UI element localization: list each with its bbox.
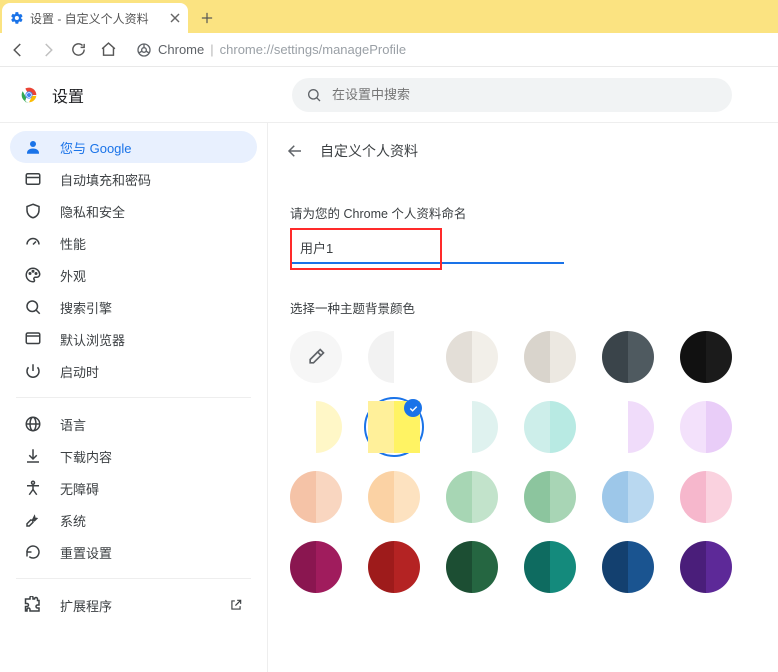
page-title: 设置 (52, 83, 84, 107)
sidebar-item-accessibility[interactable]: 无障碍 (10, 472, 257, 504)
sidebar-item-label: 默认浏览器 (60, 330, 125, 349)
gear-icon (10, 11, 24, 25)
new-tab-button[interactable] (194, 5, 220, 31)
eyedropper-icon (290, 331, 342, 383)
color-swatch[interactable] (680, 401, 732, 453)
color-swatch[interactable] (446, 471, 498, 523)
sidebar-item-shield[interactable]: 隐私和安全 (10, 195, 257, 227)
reset-icon (24, 543, 42, 561)
color-swatch[interactable] (602, 471, 654, 523)
content-title: 自定义个人资料 (320, 141, 418, 161)
color-swatch[interactable] (446, 541, 498, 593)
color-swatch[interactable] (368, 541, 420, 593)
settings-search[interactable] (292, 78, 732, 112)
close-icon[interactable] (170, 13, 180, 23)
sidebar-item-label: 隐私和安全 (60, 202, 125, 221)
sidebar-item-download[interactable]: 下载内容 (10, 440, 257, 472)
sidebar-item-globe[interactable]: 语言 (10, 408, 257, 440)
color-swatch[interactable] (290, 541, 342, 593)
color-swatch[interactable] (290, 471, 342, 523)
wrench-icon (24, 511, 42, 529)
external-link-icon (229, 598, 243, 612)
site-info-icon[interactable] (136, 42, 152, 58)
browser-icon (24, 330, 42, 348)
sidebar-item-label: 您与 Google (60, 138, 132, 157)
reload-button[interactable] (68, 40, 88, 60)
address-path: chrome://settings/manageProfile (220, 42, 406, 57)
color-swatch[interactable] (602, 331, 654, 383)
sidebar-item-person[interactable]: 您与 Google (10, 131, 257, 163)
sidebar-item-label: 无障碍 (60, 479, 99, 498)
puzzle-icon (24, 596, 42, 614)
settings-search-input[interactable] (332, 87, 718, 102)
theme-color-label: 选择一种主题背景颜色 (290, 298, 758, 317)
sidebar-item-label: 外观 (60, 266, 86, 285)
chrome-logo-icon (18, 84, 40, 106)
color-swatch[interactable] (524, 541, 576, 593)
accessibility-icon (24, 479, 42, 497)
highlight-box (290, 228, 442, 270)
color-swatch[interactable] (446, 401, 498, 453)
sidebar-item-extensions[interactable]: 扩展程序 (10, 589, 257, 621)
forward-button[interactable] (38, 40, 58, 60)
address-origin: Chrome (158, 42, 204, 57)
home-button[interactable] (98, 40, 118, 60)
tab-strip: 设置 - 自定义个人资料 (0, 0, 778, 33)
shield-icon (24, 202, 42, 220)
color-swatch[interactable] (680, 471, 732, 523)
sidebar-separator (16, 397, 251, 398)
sidebar-item-search[interactable]: 搜索引擎 (10, 291, 257, 323)
check-icon (404, 399, 422, 417)
color-swatch[interactable] (524, 401, 576, 453)
globe-icon (24, 415, 42, 433)
profile-name-label: 请为您的 Chrome 个人资料命名 (290, 203, 758, 222)
person-icon (24, 138, 42, 156)
sidebar-item-label: 下载内容 (60, 447, 112, 466)
color-palette (290, 331, 758, 613)
sidebar-item-label: 搜索引擎 (60, 298, 112, 317)
sidebar-item-browser[interactable]: 默认浏览器 (10, 323, 257, 355)
address-bar[interactable]: Chrome | chrome://settings/manageProfile (136, 37, 770, 63)
color-swatch[interactable] (680, 331, 732, 383)
sidebar-item-autofill[interactable]: 自动填充和密码 (10, 163, 257, 195)
color-swatch[interactable] (368, 471, 420, 523)
power-icon (24, 362, 42, 380)
download-icon (24, 447, 42, 465)
sidebar-item-label: 启动时 (60, 362, 99, 381)
sidebar-item-power[interactable]: 启动时 (10, 355, 257, 387)
back-button[interactable] (8, 40, 28, 60)
address-divider: | (210, 42, 213, 57)
color-swatch[interactable] (290, 401, 342, 453)
color-swatch[interactable] (446, 331, 498, 383)
color-swatch[interactable] (368, 401, 420, 453)
sidebar-item-wrench[interactable]: 系统 (10, 504, 257, 536)
toolbar: Chrome | chrome://settings/manageProfile (0, 33, 778, 67)
sidebar-item-speed[interactable]: 性能 (10, 227, 257, 259)
autofill-icon (24, 170, 42, 188)
color-swatch[interactable] (524, 331, 576, 383)
search-icon (24, 298, 42, 316)
color-swatch[interactable] (680, 541, 732, 593)
sidebar-item-label: 自动填充和密码 (60, 170, 151, 189)
speed-icon (24, 234, 42, 252)
color-swatch[interactable] (524, 471, 576, 523)
color-swatch[interactable] (602, 541, 654, 593)
sidebar-separator (16, 578, 251, 579)
sidebar-item-label: 系统 (60, 511, 86, 530)
color-picker-custom[interactable] (290, 331, 342, 383)
browser-tab[interactable]: 设置 - 自定义个人资料 (2, 3, 188, 33)
sidebar-item-label: 性能 (60, 234, 86, 253)
sidebar-item-palette[interactable]: 外观 (10, 259, 257, 291)
sidebar-item-label: 语言 (60, 415, 86, 434)
content-back-button[interactable] (286, 142, 304, 160)
sidebar-item-label: 扩展程序 (60, 596, 112, 615)
color-swatch[interactable] (368, 331, 420, 383)
sidebar: 您与 Google 自动填充和密码隐私和安全性能外观搜索引擎默认浏览器启动时语言下… (0, 123, 267, 629)
sidebar-item-label: 重置设置 (60, 543, 112, 562)
sidebar-item-reset[interactable]: 重置设置 (10, 536, 257, 568)
color-swatch[interactable] (602, 401, 654, 453)
palette-icon (24, 266, 42, 284)
tab-title: 设置 - 自定义个人资料 (30, 10, 164, 27)
search-icon (306, 87, 322, 103)
